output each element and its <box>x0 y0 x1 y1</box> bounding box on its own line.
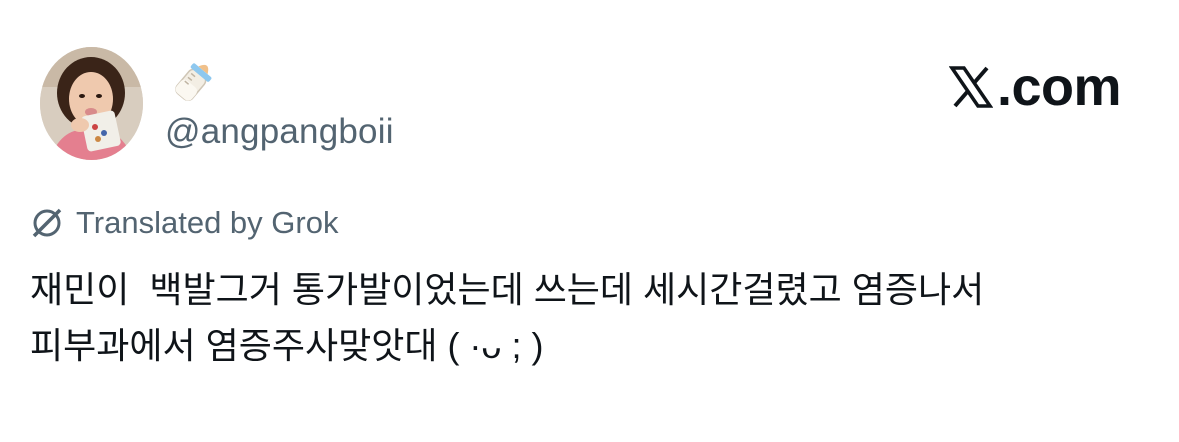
baby-bottle-icon <box>175 63 212 102</box>
author-handle[interactable]: @angpangboii <box>165 112 394 152</box>
brand-watermark: .com <box>948 56 1122 118</box>
avatar[interactable] <box>40 47 143 160</box>
display-name[interactable] <box>168 55 220 107</box>
translation-label: Translated by Grok <box>76 205 339 240</box>
grok-icon <box>32 208 62 238</box>
brand-label: .com <box>996 57 1122 117</box>
translated-by-grok[interactable]: Translated by Grok <box>30 205 338 241</box>
tweet-text: 재민이 백발그거 통가발이었는데 쓰는데 세시간걸렸고 염증나서 피부과에서 염… <box>30 269 985 366</box>
x-logo-icon <box>948 66 993 108</box>
